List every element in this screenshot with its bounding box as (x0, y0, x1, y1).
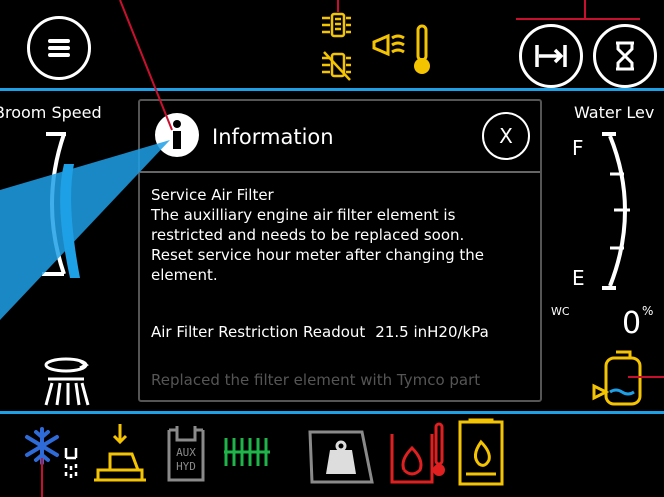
machine-display-screen: Broom Speed Water Lev F E WC 0 % Informa… (0, 0, 664, 497)
info-highlight-beam (0, 140, 170, 320)
callout-line (119, 0, 173, 131)
callout-annotation-overlay (0, 0, 664, 497)
